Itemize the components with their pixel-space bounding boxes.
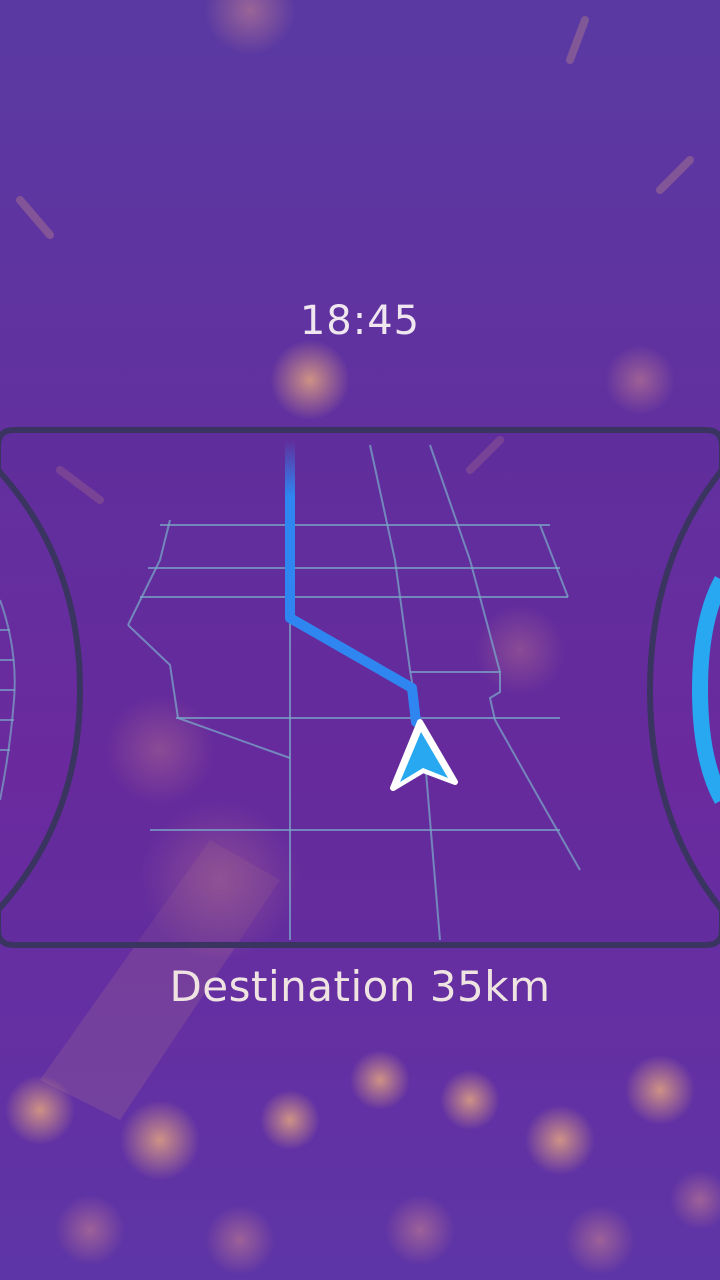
- navigation-dashboard: [0, 427, 720, 948]
- left-gauge: [0, 599, 16, 801]
- destination-distance: Destination 35km: [169, 962, 551, 1011]
- right-gauge: [691, 576, 720, 804]
- map-frame: [0, 427, 720, 948]
